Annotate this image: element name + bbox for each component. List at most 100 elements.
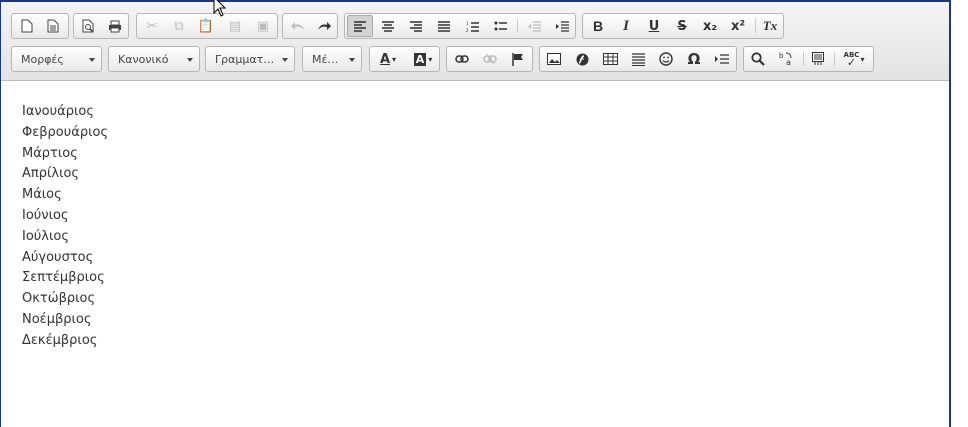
table-icon: [602, 53, 618, 65]
underline-button[interactable]: U: [641, 15, 667, 37]
flash-button[interactable]: [569, 48, 595, 70]
italic-button[interactable]: I: [613, 15, 639, 37]
find-button[interactable]: [745, 48, 771, 70]
separator: [834, 52, 835, 66]
styles-combo[interactable]: Μορφές: [11, 46, 102, 72]
table-button[interactable]: [597, 48, 623, 70]
chevron-down-icon: ▾: [860, 54, 865, 64]
styles-label: Μορφές: [21, 53, 64, 66]
bulleted-list-icon: [494, 21, 507, 30]
editor-content[interactable]: Ιανουάριος Φεβρουάριος Μάρτιος Απρίλιος …: [22, 102, 108, 352]
align-right-button[interactable]: [403, 15, 429, 37]
align-center-button[interactable]: [375, 15, 401, 37]
editor-frame: ✂ ⧉ 📋 ▤ ▣ 1 2 B I U S x₂ x² Tx Μορφές Κα…: [0, 0, 951, 427]
content-line: Δεκέμβριος: [22, 332, 98, 348]
bulleted-list-button[interactable]: [487, 15, 513, 37]
content-line: Φεβρουάριος: [22, 124, 109, 140]
content-line: Μάιος: [22, 187, 62, 203]
copy-icon: ⧉: [174, 18, 184, 34]
special-char-icon: Ω: [687, 50, 701, 68]
chevron-down-icon: ▾: [428, 54, 433, 64]
chevron-down-icon: ▾: [392, 54, 397, 64]
smiley-button[interactable]: [653, 48, 679, 70]
copy-button[interactable]: ⧉: [166, 15, 192, 37]
bg-color-button[interactable]: A ▾: [407, 48, 439, 70]
link-icon: [455, 55, 469, 63]
format-combo[interactable]: Κανονικό: [108, 46, 200, 72]
replace-button[interactable]: ba: [773, 48, 799, 70]
separator: [755, 19, 756, 33]
mouse-pointer-icon: [213, 0, 227, 17]
redo-icon: [318, 22, 331, 30]
subscript-button[interactable]: x₂: [697, 15, 723, 37]
chevron-down-icon: [349, 58, 355, 62]
show-blocks-button[interactable]: [805, 48, 831, 70]
paste-button[interactable]: 📋: [193, 15, 219, 37]
size-combo[interactable]: Μέ…: [302, 46, 362, 72]
outdent-button[interactable]: [521, 15, 547, 37]
new-page-button[interactable]: [14, 15, 40, 37]
align-left-button[interactable]: [347, 15, 373, 37]
page-break-button[interactable]: [709, 48, 735, 70]
font-label: Γραμματ…: [215, 53, 275, 66]
align-center-icon: [382, 20, 394, 32]
paste-word-icon: ▣: [256, 18, 270, 34]
text-color-button[interactable]: A ▾: [372, 48, 404, 70]
justify-icon: [438, 20, 450, 32]
color-group: A ▾ A ▾: [369, 46, 440, 72]
special-char-button[interactable]: Ω: [681, 48, 707, 70]
format-label: Κανονικό: [118, 53, 169, 66]
redo-button[interactable]: [311, 15, 337, 37]
align-group: 12: [344, 13, 576, 39]
content-line: Ιανουάριος: [22, 104, 94, 119]
indent-button[interactable]: [549, 15, 575, 37]
flash-icon: [576, 53, 588, 65]
undo-button[interactable]: [285, 15, 311, 37]
svg-text:2: 2: [466, 28, 469, 32]
cut-button[interactable]: ✂: [139, 15, 165, 37]
content-line: Οκτώβριος: [22, 291, 96, 307]
new-page-icon: [21, 19, 33, 33]
spellcheck-button[interactable]: ABC ✓ ▾: [837, 48, 871, 70]
print-icon: [109, 20, 121, 32]
tools-group: ba ABC ✓ ▾: [743, 46, 874, 72]
content-line: Σεπτέμβριος: [22, 270, 105, 286]
numbered-list-icon: 12: [466, 21, 479, 32]
horizontal-rule-icon: [631, 52, 645, 66]
page-break-icon: [715, 54, 729, 64]
superscript-button[interactable]: x²: [725, 15, 751, 37]
numbered-list-button[interactable]: 12: [459, 15, 485, 37]
bold-button[interactable]: B: [585, 15, 611, 37]
link-button[interactable]: [449, 48, 475, 70]
paste-word-button[interactable]: ▣: [250, 15, 276, 37]
clear-format-button[interactable]: Tx: [757, 15, 783, 37]
chevron-down-icon: [282, 58, 288, 62]
content-line: Μάρτιος: [22, 145, 78, 161]
indent-icon: [555, 20, 569, 32]
find-icon: [751, 52, 765, 66]
check-icon: ✓: [846, 56, 857, 69]
strike-button[interactable]: S: [669, 15, 695, 37]
align-right-icon: [410, 20, 422, 32]
chevron-down-icon: [187, 58, 193, 62]
svg-text:a: a: [786, 58, 791, 67]
format-group: B I U S x₂ x² Tx: [582, 13, 784, 39]
cut-icon: ✂: [146, 18, 158, 34]
align-left-icon: [354, 20, 366, 32]
unlink-button[interactable]: [477, 48, 503, 70]
outdent-icon: [527, 20, 541, 32]
paste-text-button[interactable]: ▤: [222, 15, 248, 37]
preview-group: [73, 13, 129, 39]
size-label: Μέ…: [312, 53, 339, 66]
image-button[interactable]: [541, 48, 567, 70]
content-line: Ιούνιος: [22, 207, 69, 223]
anchor-button[interactable]: [505, 48, 531, 70]
bg-color-icon: A: [413, 52, 427, 66]
horizontal-rule-button[interactable]: [625, 48, 651, 70]
print-button[interactable]: [102, 15, 128, 37]
anchor-flag-icon: [512, 52, 523, 66]
font-combo[interactable]: Γραμματ…: [205, 46, 295, 72]
preview-button[interactable]: [75, 15, 101, 37]
justify-button[interactable]: [431, 15, 457, 37]
templates-button[interactable]: [40, 15, 66, 37]
